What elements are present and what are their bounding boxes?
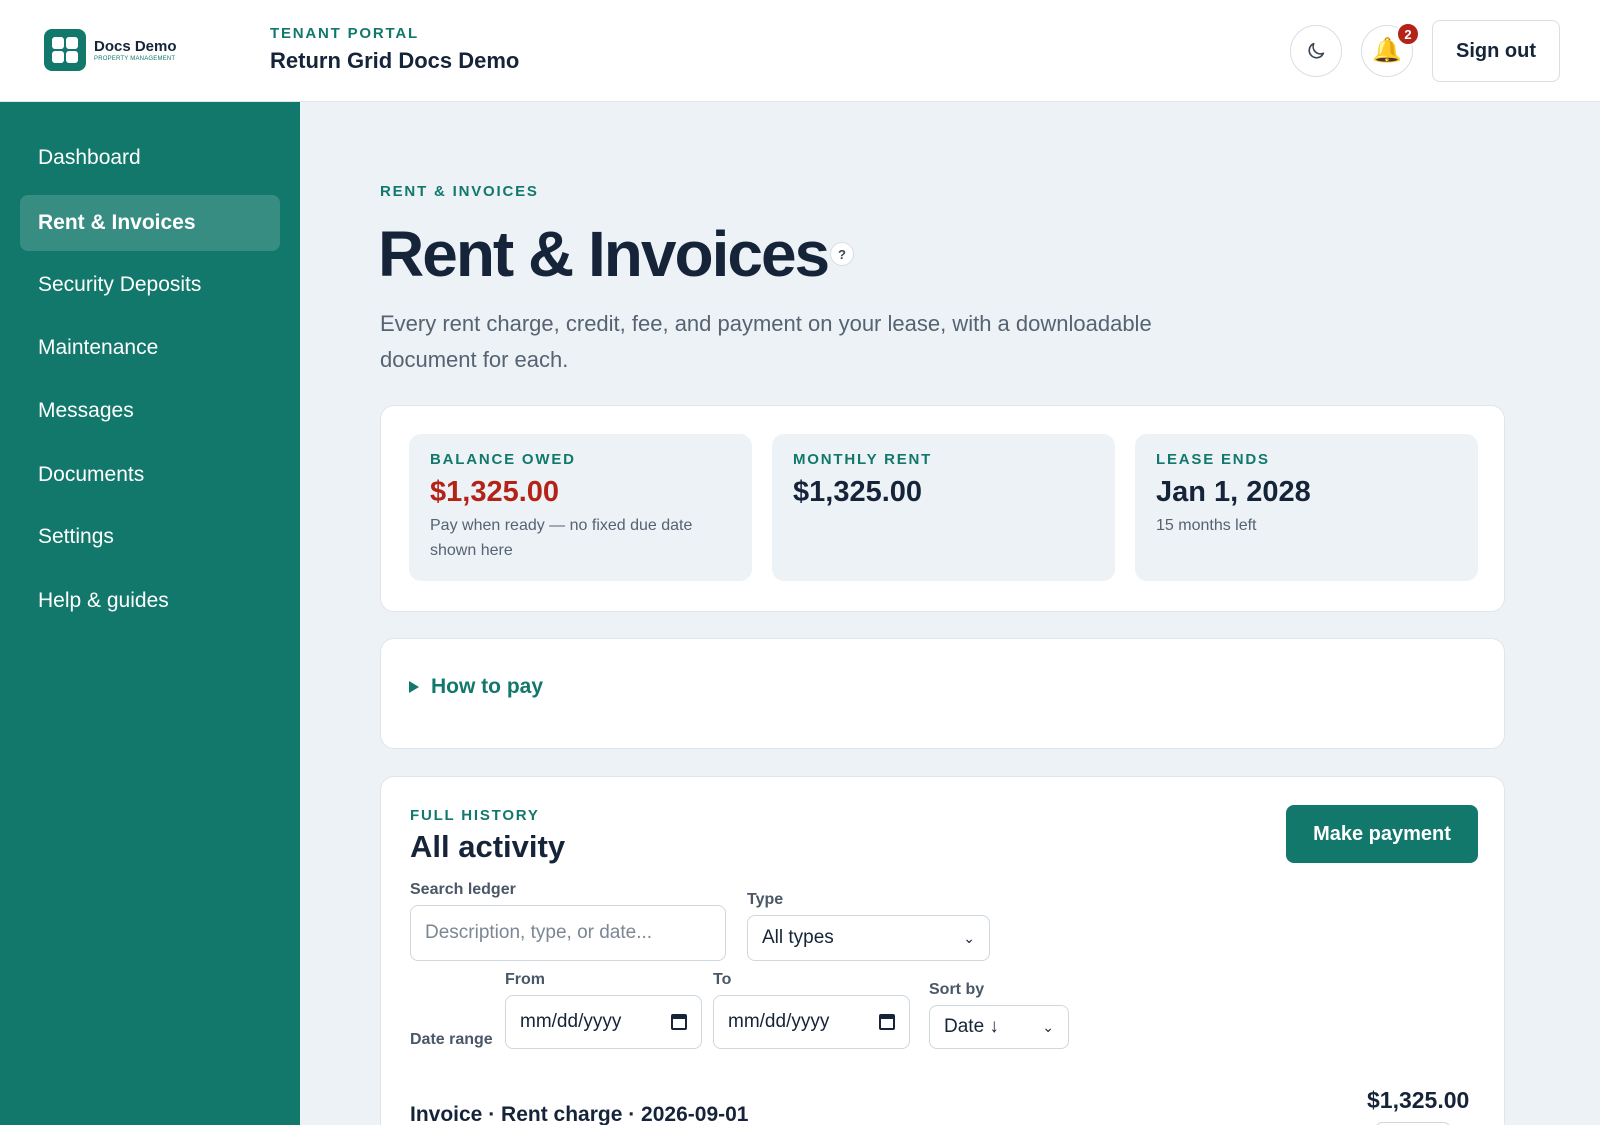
disclosure-triangle-icon bbox=[409, 681, 419, 693]
monthly-rent-stat: MONTHLY RENT $1,325.00 bbox=[772, 434, 1115, 581]
monthly-rent-value: $1,325.00 bbox=[793, 476, 923, 508]
sidebar-item-rent-invoices[interactable]: Rent & Invoices bbox=[20, 195, 280, 251]
type-select-value: All types bbox=[762, 927, 834, 948]
history-title: All activity bbox=[410, 829, 566, 864]
calendar-icon[interactable] bbox=[671, 1014, 687, 1030]
sidebar-item-documents[interactable]: Documents bbox=[20, 447, 280, 503]
balance-owed-stat: BALANCE OWED $1,325.00 Pay when ready — … bbox=[409, 434, 752, 581]
page-description: Every rent charge, credit, fee, and paym… bbox=[380, 311, 1152, 372]
balance-owed-value: $1,325.00 bbox=[430, 476, 560, 508]
sidebar-item-dashboard[interactable]: Dashboard bbox=[20, 130, 280, 186]
history-eyebrow: FULL HISTORY bbox=[410, 807, 540, 824]
from-date-value: mm/dd/yyyy bbox=[520, 1011, 622, 1032]
search-label: Search ledger bbox=[410, 881, 516, 898]
stat-label: BALANCE OWED bbox=[430, 451, 576, 468]
how-to-pay-label: How to pay bbox=[431, 675, 544, 698]
how-to-pay-card: How to pay bbox=[380, 638, 1505, 749]
moon-icon bbox=[1308, 42, 1325, 59]
to-label: To bbox=[713, 971, 732, 988]
make-payment-button[interactable]: Make payment bbox=[1286, 805, 1478, 863]
top-bar: Docs Demo PROPERTY MANAGEMENT TENANT POR… bbox=[0, 0, 1600, 102]
chevron-down-icon: ⌄ bbox=[1042, 1018, 1054, 1035]
portal-label: TENANT PORTAL bbox=[270, 25, 419, 42]
grid-logo-icon bbox=[44, 29, 86, 71]
sidebar-item-messages[interactable]: Messages bbox=[20, 383, 280, 439]
notifications-button[interactable]: 🔔 2 bbox=[1361, 22, 1420, 77]
from-date-input[interactable]: mm/dd/yyyy bbox=[505, 995, 702, 1049]
sidebar: Dashboard Rent & Invoices Security Depos… bbox=[0, 102, 300, 1125]
theme-toggle-button[interactable] bbox=[1290, 25, 1342, 77]
sort-select-value: Date ↓ bbox=[944, 1016, 999, 1037]
chevron-down-icon: ⌄ bbox=[963, 929, 975, 946]
sign-out-button[interactable]: Sign out bbox=[1432, 20, 1560, 82]
to-date-input[interactable]: mm/dd/yyyy bbox=[713, 995, 910, 1049]
ledger-row-title[interactable]: Invoice · Rent charge · 2026-09-01 bbox=[410, 1103, 748, 1125]
balance-owed-note: Pay when ready — no fixed due date shown… bbox=[430, 517, 693, 559]
sidebar-item-security-deposits[interactable]: Security Deposits bbox=[20, 257, 280, 313]
calendar-icon[interactable] bbox=[879, 1014, 895, 1030]
from-label: From bbox=[505, 971, 545, 988]
sidebar-item-settings[interactable]: Settings bbox=[20, 509, 280, 565]
brand-logo[interactable]: Docs Demo PROPERTY MANAGEMENT bbox=[44, 29, 177, 71]
how-to-pay-toggle[interactable]: How to pay bbox=[409, 675, 543, 699]
sidebar-item-maintenance[interactable]: Maintenance bbox=[20, 320, 280, 376]
lease-ends-note: 15 months left bbox=[1156, 517, 1257, 534]
stat-label: MONTHLY RENT bbox=[793, 451, 933, 468]
stat-label: LEASE ENDS bbox=[1156, 451, 1270, 468]
logo-name: Docs Demo bbox=[94, 37, 177, 55]
sort-label: Sort by bbox=[929, 981, 985, 998]
logo-subtitle: PROPERTY MANAGEMENT bbox=[94, 55, 176, 62]
notification-badge: 2 bbox=[1396, 22, 1420, 46]
type-label: Type bbox=[747, 891, 784, 908]
activity-history-card: FULL HISTORY All activity Make payment S… bbox=[380, 776, 1505, 1125]
type-select[interactable]: All types ⌄ bbox=[747, 915, 990, 961]
sidebar-item-help-guides[interactable]: Help & guides bbox=[20, 573, 280, 629]
portal-heading: TENANT PORTAL Return Grid Docs Demo bbox=[270, 25, 519, 74]
to-date-value: mm/dd/yyyy bbox=[728, 1011, 830, 1032]
sort-select[interactable]: Date ↓ ⌄ bbox=[929, 1005, 1069, 1049]
date-range-label: Date range bbox=[410, 1031, 493, 1048]
portal-title: Return Grid Docs Demo bbox=[270, 48, 520, 73]
search-input[interactable]: Description, type, or date... bbox=[410, 905, 726, 961]
page-title: Rent & Invoices bbox=[378, 218, 830, 290]
help-tooltip-icon[interactable]: ? bbox=[830, 242, 854, 266]
lease-ends-stat: LEASE ENDS Jan 1, 2028 15 months left bbox=[1135, 434, 1478, 581]
bell-icon: 🔔 bbox=[1372, 37, 1402, 64]
lease-ends-value: Jan 1, 2028 bbox=[1156, 476, 1311, 508]
page-eyebrow: RENT & INVOICES bbox=[380, 183, 539, 200]
ledger-row-amount: $1,325.00 bbox=[1367, 1087, 1470, 1113]
summary-card: BALANCE OWED $1,325.00 Pay when ready — … bbox=[380, 405, 1505, 612]
